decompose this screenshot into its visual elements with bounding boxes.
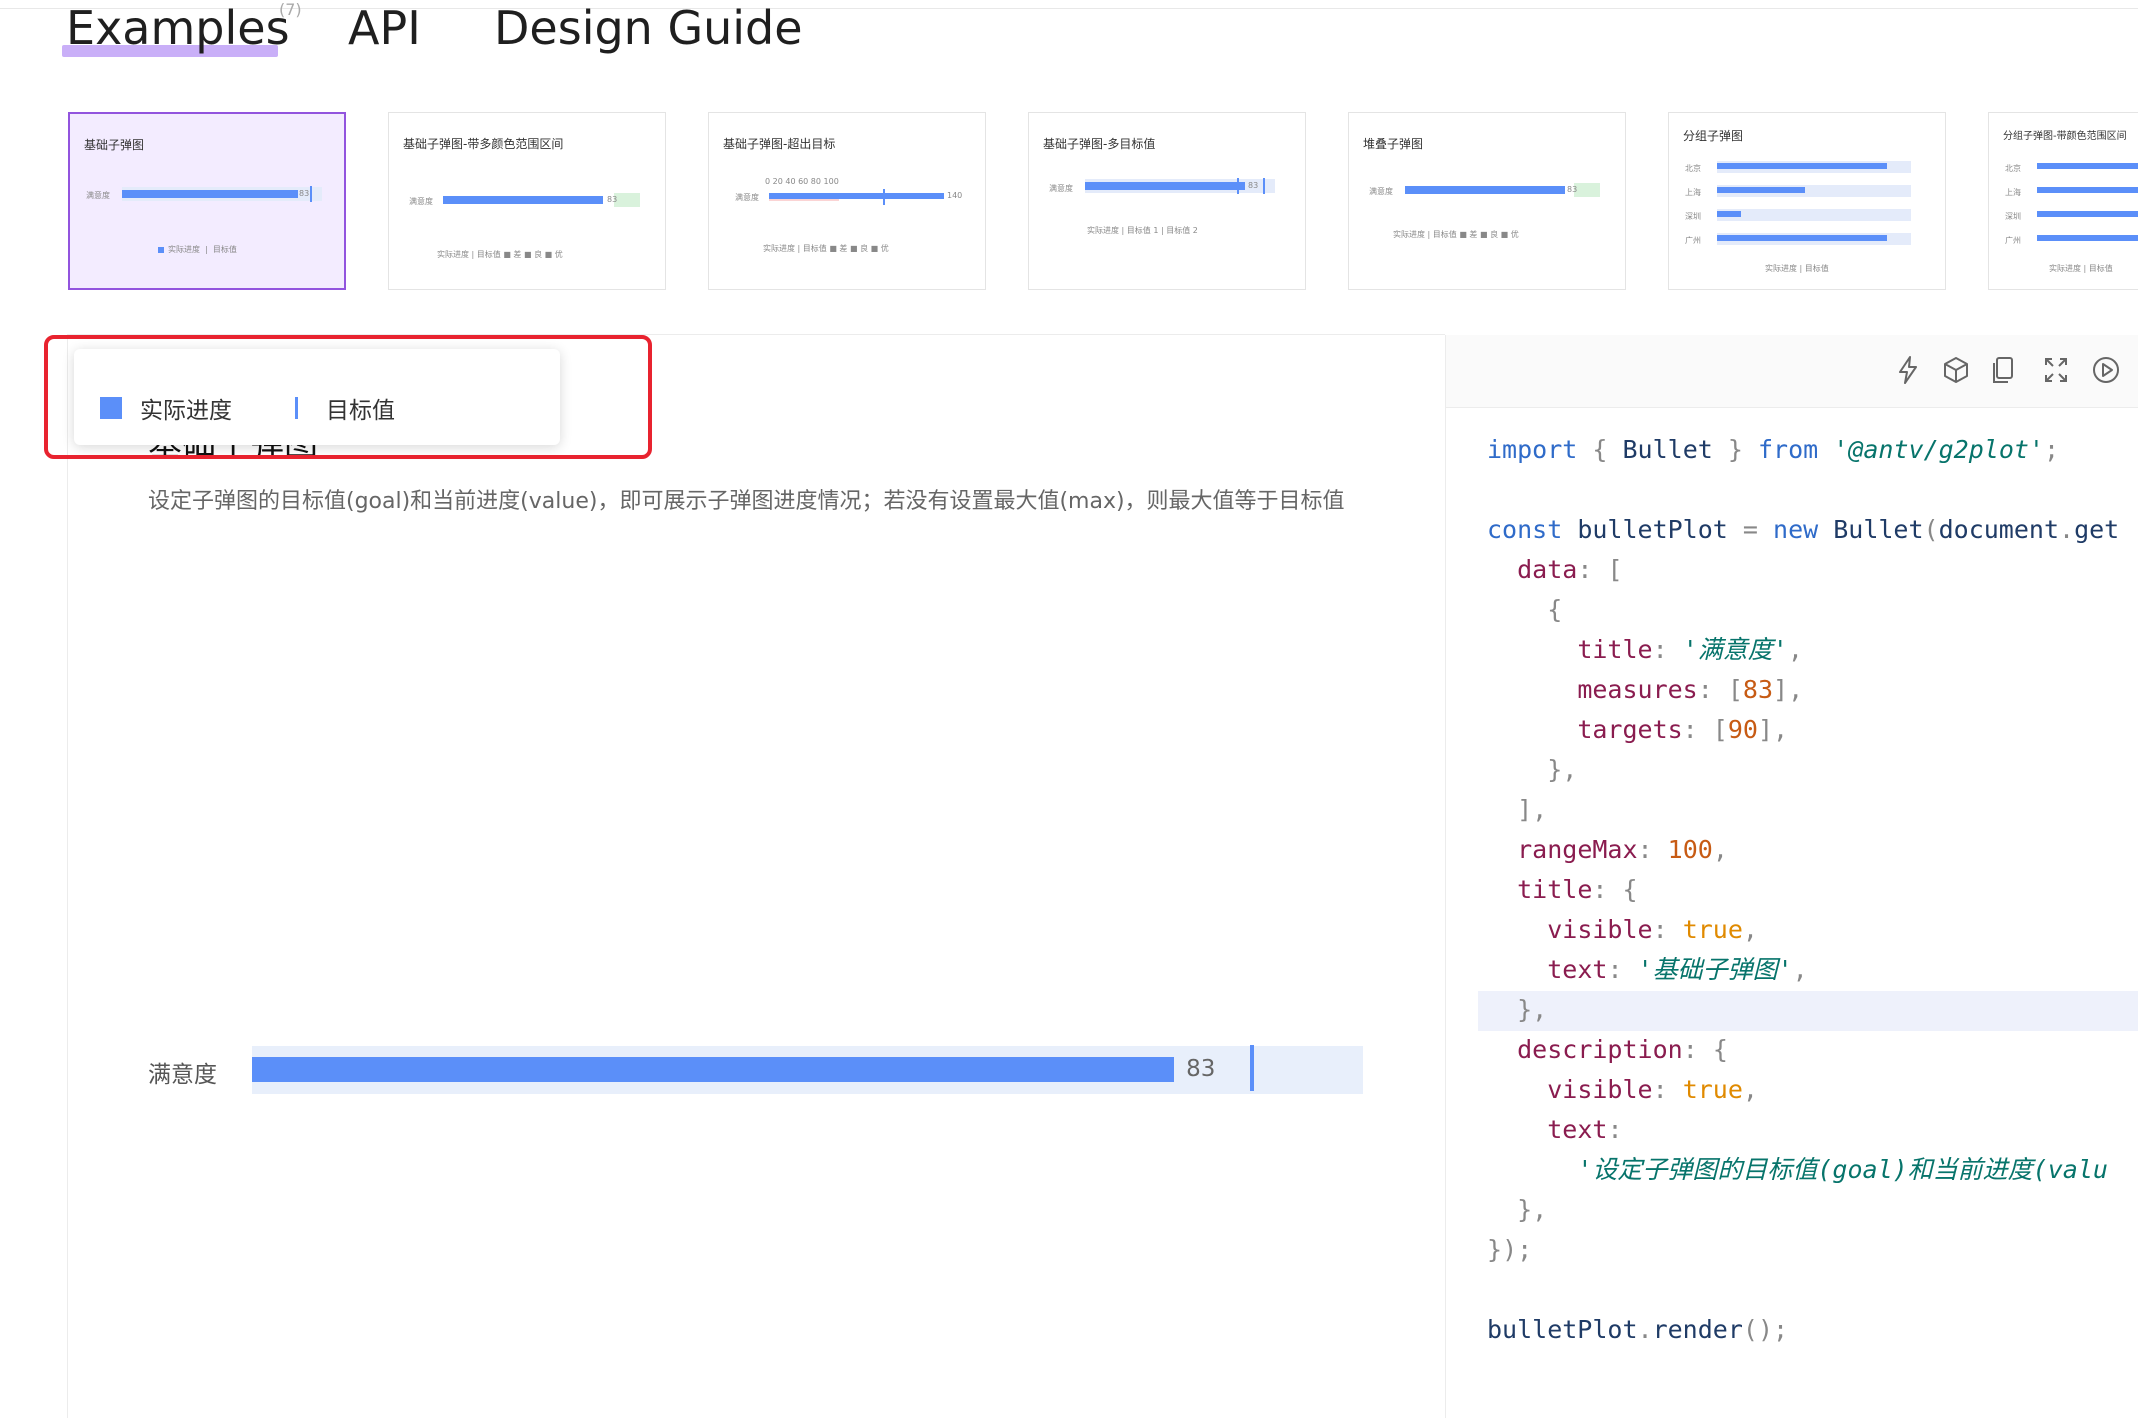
thumbnail-target-2 bbox=[1263, 178, 1265, 194]
thumbnail-range-good bbox=[1574, 183, 1600, 197]
thumbnail-target-1 bbox=[1237, 178, 1239, 194]
thumbnail-title: 堆叠子弹图 bbox=[1363, 137, 1424, 151]
thumbnail-row-label: 上海 bbox=[2005, 188, 2021, 197]
thumbnail-row-label: 广州 bbox=[2005, 236, 2021, 245]
copy-icon[interactable] bbox=[1988, 355, 2020, 387]
thumbnail-bar bbox=[1717, 235, 1887, 241]
bullet-category-label: 满意度 bbox=[148, 1062, 217, 1088]
tab-api[interactable]: API bbox=[348, 0, 421, 56]
thumbnail-bar bbox=[1717, 187, 1805, 193]
thumbnail-category: 满意度 bbox=[735, 193, 759, 202]
top-divider bbox=[0, 8, 2138, 9]
thumbnail-stacked[interactable]: 堆叠子弹图 满意度 83 实际进度 | 目标值 ■ 差 ■ 良 ■ 优 bbox=[1348, 112, 1626, 290]
code-editor[interactable]: import { Bullet } from '@antv/g2plot'; c… bbox=[1487, 430, 2119, 1350]
lightning-icon[interactable] bbox=[1892, 355, 1924, 387]
thumbnail-category: 满意度 bbox=[409, 197, 433, 206]
thumbnail-legend: 实际进度 | 目标值 bbox=[2049, 264, 2113, 273]
thumbnail-multi-target[interactable]: 基础子弹图-多目标值 满意度 83 实际进度 | 目标值 1 | 目标值 2 bbox=[1028, 112, 1306, 290]
thumbnail-legend: 实际进度 | 目标值 ■ 差 ■ 良 ■ 优 bbox=[1393, 230, 1519, 239]
thumbnail-bar bbox=[1085, 182, 1245, 190]
thumbnail-bar bbox=[2037, 211, 2138, 217]
thumbnail-axis-ticks: 0 20 40 60 80 100 bbox=[765, 177, 839, 186]
highlight-annotation-box bbox=[44, 335, 652, 459]
thumbnail-bar bbox=[443, 196, 603, 204]
thumbnail-title: 基础子弹图-超出目标 bbox=[723, 137, 836, 151]
thumbnail-bar bbox=[2037, 163, 2138, 169]
thumbnail-basic-bullet[interactable]: 基础子弹图 满意度 83 实际进度 | 目标值 bbox=[68, 112, 346, 290]
bullet-measure-value: 83 bbox=[1186, 1056, 1216, 1082]
thumbnail-title: 基础子弹图 bbox=[84, 138, 145, 152]
thumbnail-value: 140 bbox=[947, 191, 963, 200]
thumbnail-row-label: 深圳 bbox=[1685, 212, 1701, 221]
thumbnail-bar bbox=[1405, 186, 1565, 194]
thumbnail-title: 分组子弹图 bbox=[1683, 129, 1744, 143]
cube-icon[interactable] bbox=[1940, 355, 1972, 387]
thumbnail-category: 满意度 bbox=[86, 191, 110, 200]
thumbnail-row-label: 北京 bbox=[2005, 164, 2021, 173]
tab-examples[interactable]: Examples bbox=[66, 0, 290, 56]
thumbnail-title: 基础子弹图-带多颜色范围区间 bbox=[403, 137, 564, 151]
thumbnail-range bbox=[1717, 209, 1911, 221]
chart-description: 设定子弹图的目标值(goal)和当前进度(value)，即可展示子弹图进度情况；… bbox=[148, 489, 1345, 514]
thumbnail-title: 分组子弹图-带颜色范围区间 bbox=[2003, 131, 2127, 142]
thumbnail-grouped[interactable]: 分组子弹图 北京 上海 深圳 广州 实际进度 | 目标值 bbox=[1668, 112, 1946, 290]
thumbnail-exceed-target[interactable]: 基础子弹图-超出目标 0 20 40 60 80 100 满意度 140 实际进… bbox=[708, 112, 986, 290]
thumbnail-category: 满意度 bbox=[1049, 184, 1073, 193]
thumbnail-legend: 实际进度 | 目标值 1 | 目标值 2 bbox=[1087, 226, 1198, 235]
examples-count: (7) bbox=[279, 0, 302, 19]
thumbnail-grouped-color-range[interactable]: 分组子弹图-带颜色范围区间 北京 上海 深圳 广州 实际进度 | 目标值 bbox=[1988, 112, 2138, 290]
thumbnail-row-label: 上海 bbox=[1685, 188, 1701, 197]
thumbnail-row-label: 广州 bbox=[1685, 236, 1701, 245]
bullet-measure-bar bbox=[252, 1057, 1175, 1082]
panel-splitter[interactable] bbox=[1445, 335, 1446, 1418]
thumbnail-value: 83 bbox=[299, 189, 310, 198]
thumbnail-range-good bbox=[614, 193, 640, 207]
tab-design-guide[interactable]: Design Guide bbox=[494, 0, 803, 56]
thumbnail-bar bbox=[2037, 187, 2138, 193]
code-toolbar bbox=[1446, 335, 2138, 408]
thumbnail-value: 83 bbox=[1567, 185, 1578, 194]
bullet-target-marker bbox=[1249, 1045, 1254, 1091]
thumbnail-bar bbox=[2037, 235, 2138, 241]
thumbnail-legend: 实际进度 | 目标值 ■ 差 ■ 良 ■ 优 bbox=[763, 244, 889, 253]
thumbnail-category: 满意度 bbox=[1369, 187, 1393, 196]
thumbnail-row-label: 深圳 bbox=[2005, 212, 2021, 221]
thumbnail-target bbox=[883, 189, 885, 205]
thumbnail-value: 83 bbox=[607, 195, 618, 204]
thumbnail-legend: 实际进度 | 目标值 bbox=[1765, 264, 1829, 273]
thumbnail-target bbox=[310, 186, 312, 202]
demo-panel-left-border bbox=[67, 335, 68, 1418]
thumbnail-row-label: 北京 bbox=[1685, 164, 1701, 173]
thumbnail-value: 83 bbox=[1248, 181, 1259, 190]
thumbnail-bar bbox=[1717, 163, 1887, 169]
thumbnail-legend: 实际进度 | 目标值 ■ 差 ■ 良 ■ 优 bbox=[437, 250, 563, 259]
thumbnail-multi-color-range[interactable]: 基础子弹图-带多颜色范围区间 满意度 83 实际进度 | 目标值 ■ 差 ■ 良… bbox=[388, 112, 666, 290]
thumbnail-bar bbox=[1717, 211, 1741, 217]
thumbnail-legend: 实际进度 | 目标值 bbox=[158, 244, 237, 255]
fullscreen-icon[interactable] bbox=[2040, 355, 2072, 387]
thumbnail-title: 基础子弹图-多目标值 bbox=[1043, 137, 1156, 151]
thumbnail-bar bbox=[122, 190, 298, 198]
play-icon[interactable] bbox=[2090, 355, 2122, 387]
thumbnail-bar bbox=[769, 193, 944, 199]
